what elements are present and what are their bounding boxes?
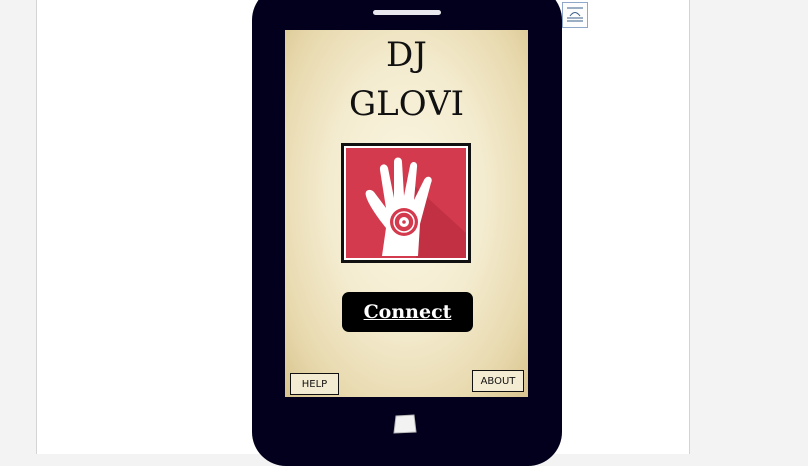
app-logo (341, 143, 471, 263)
phone-screen: DJ GLOVI Connect HELP ABOUT (285, 30, 528, 397)
connect-button[interactable]: Connect (342, 292, 473, 332)
hand-vinyl-record-icon (365, 157, 466, 258)
about-button[interactable]: ABOUT (472, 370, 524, 392)
home-button-icon (393, 414, 417, 434)
layout-options-icon (567, 7, 583, 22)
logo-background (344, 146, 468, 260)
app-title-line1: DJ (386, 35, 427, 75)
help-button[interactable]: HELP (290, 373, 339, 395)
app-title-line2: GLOVI (349, 84, 464, 124)
phone-speaker (373, 10, 441, 15)
home-button[interactable] (393, 414, 417, 434)
layout-options-button[interactable] (562, 2, 588, 28)
